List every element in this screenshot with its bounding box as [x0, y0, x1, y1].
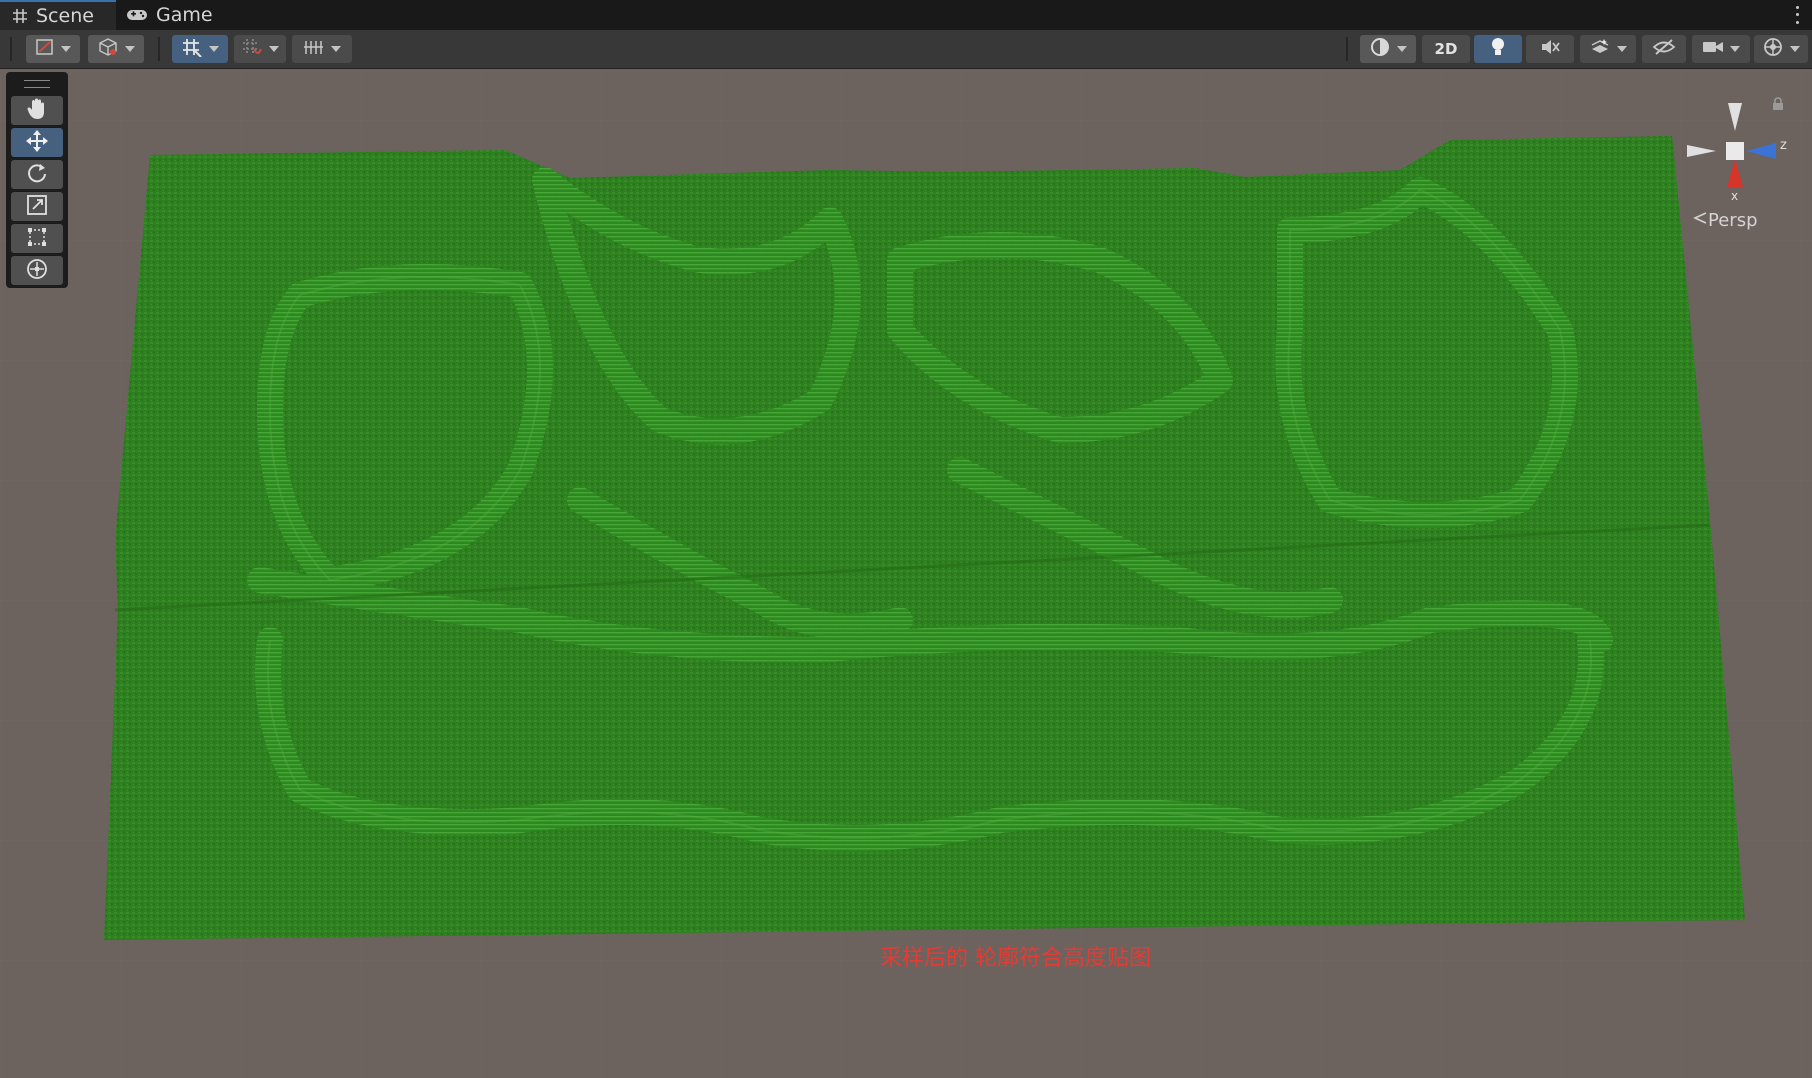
scale-icon	[26, 194, 48, 220]
draw-mode-icon	[35, 37, 55, 61]
scale-tool-button[interactable]	[11, 192, 63, 221]
tab-game[interactable]: Game	[126, 0, 236, 30]
rect-tool-button[interactable]	[11, 224, 63, 253]
axis-y-cone	[1728, 103, 1742, 131]
scene-toolbar: 2D	[0, 30, 1812, 69]
projection-toggle[interactable]: Persp	[1692, 210, 1758, 231]
window-tab-bar: Scene Game	[0, 0, 1812, 30]
cube-icon	[97, 37, 119, 61]
grid-snap-icon	[181, 37, 203, 61]
2d-mode-toggle[interactable]: 2D	[1422, 35, 1470, 63]
shading-mode-icon	[1369, 36, 1391, 62]
terrain-mesh	[104, 136, 1745, 940]
hand-icon	[26, 97, 48, 125]
audio-mute-icon	[1539, 37, 1561, 61]
effects-dropdown[interactable]	[1580, 35, 1636, 63]
scene-canvas	[0, 69, 1812, 1078]
toolbar-separator	[158, 37, 160, 61]
move-arrows-icon	[25, 129, 49, 157]
grid-hash-icon	[12, 8, 28, 24]
hidden-objects-icon	[1652, 38, 1676, 60]
transform-tool-button[interactable]	[11, 256, 63, 285]
toolbar-separator	[1346, 37, 1348, 61]
perspective-chevron-icon	[1692, 210, 1708, 231]
2d-toggle-label: 2D	[1434, 40, 1458, 58]
audio-toggle[interactable]	[1526, 35, 1574, 63]
transform-tool-palette	[6, 72, 68, 288]
rotate-icon	[26, 162, 48, 188]
effects-icon	[1589, 37, 1611, 61]
tab-scene[interactable]: Scene	[0, 0, 116, 30]
camera-icon	[1702, 39, 1724, 59]
tab-game-label: Game	[156, 4, 213, 26]
grid-snapping-toggle[interactable]	[172, 35, 228, 63]
lighting-icon	[1489, 36, 1507, 62]
gizmos-icon	[1762, 36, 1784, 62]
increment-snapping-toggle[interactable]	[234, 35, 286, 63]
grid-visibility-dropdown[interactable]	[292, 35, 352, 63]
scene-visibility-dropdown[interactable]	[88, 35, 144, 63]
draw-mode-dropdown[interactable]	[26, 35, 80, 63]
shading-mode-dropdown[interactable]	[1360, 35, 1416, 63]
ruler-grid-icon	[303, 37, 325, 61]
gizmos-dropdown[interactable]	[1754, 35, 1808, 63]
toolbar-separator	[10, 37, 12, 61]
gamepad-icon	[126, 8, 148, 22]
axis-x-cone	[1727, 159, 1743, 187]
tab-scene-label: Scene	[36, 5, 94, 27]
camera-settings-dropdown[interactable]	[1692, 35, 1750, 63]
scene-viewport[interactable]	[0, 69, 1812, 1078]
scene-caption: 采样后的 轮廓符合高度贴图	[880, 946, 1151, 971]
transform-icon	[25, 257, 49, 285]
hidden-objects-toggle[interactable]	[1642, 35, 1686, 63]
move-tool-button[interactable]	[11, 128, 63, 157]
lighting-toggle[interactable]	[1474, 35, 1522, 63]
hand-tool-button[interactable]	[11, 96, 63, 125]
increment-snap-icon	[241, 37, 263, 61]
axis-z-cone	[1746, 143, 1776, 159]
projection-label: Persp	[1708, 210, 1758, 231]
gizmo-center-cube	[1726, 142, 1744, 160]
rect-transform-icon	[26, 226, 48, 252]
axis-z-label: z	[1780, 138, 1787, 153]
axis-x-label: x	[1731, 189, 1739, 203]
axis-neg-x-cone	[1687, 145, 1716, 157]
rotate-tool-button[interactable]	[11, 160, 63, 189]
more-options-icon[interactable]	[1790, 4, 1804, 26]
palette-drag-handle[interactable]	[24, 80, 50, 88]
